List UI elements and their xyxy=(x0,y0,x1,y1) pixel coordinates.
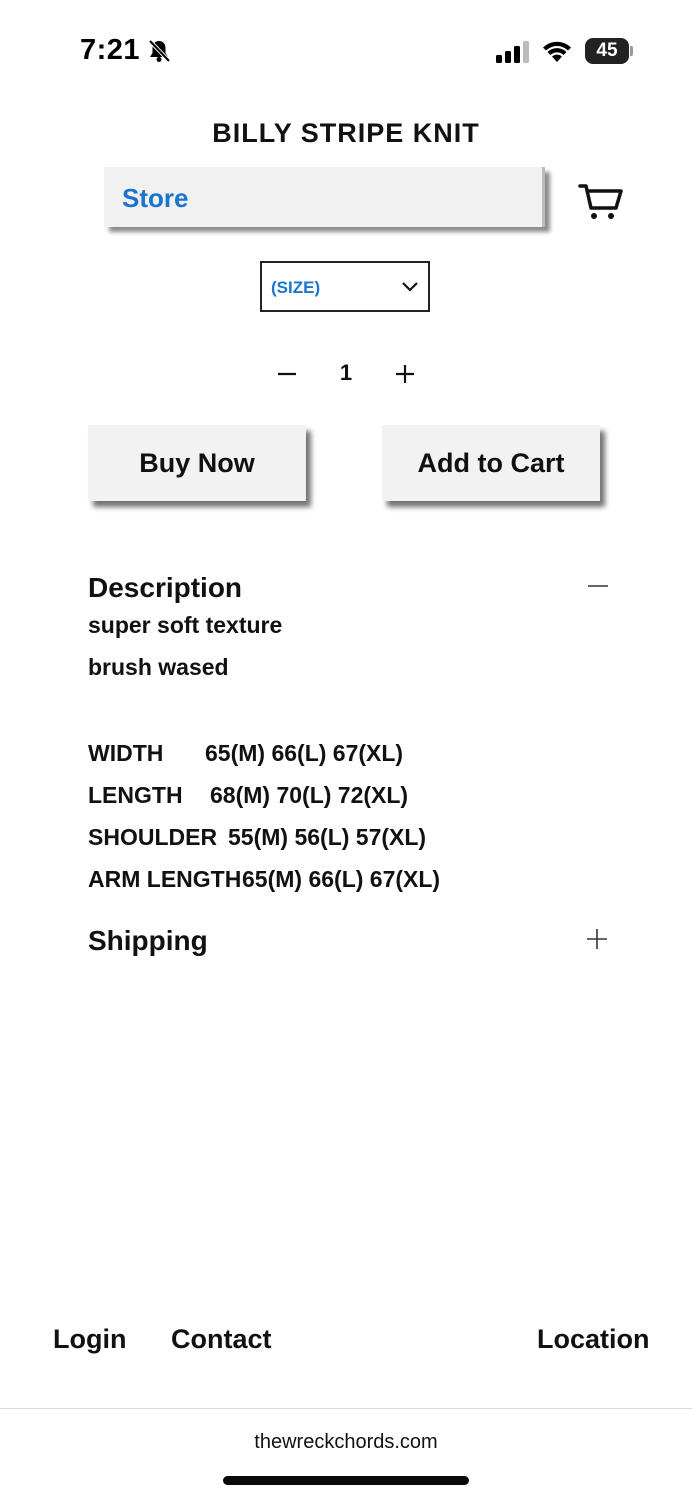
battery-level: 45 xyxy=(596,40,618,61)
spec-label: LENGTH xyxy=(88,782,183,808)
battery-icon: 45 xyxy=(585,38,633,64)
cellular-signal-icon xyxy=(496,40,530,64)
description-text: super soft texture xyxy=(88,612,283,638)
description-text: brush wased xyxy=(88,654,229,680)
quantity-increase-button[interactable] xyxy=(394,360,416,388)
quantity-decrease-button[interactable] xyxy=(276,360,298,388)
collapse-minus-icon[interactable] xyxy=(586,576,610,596)
add-to-cart-button[interactable]: Add to Cart xyxy=(382,425,600,501)
spec-label: WIDTH xyxy=(88,740,164,766)
add-to-cart-label: Add to Cart xyxy=(417,448,565,478)
footer-contact-link[interactable]: Contact xyxy=(171,1324,272,1355)
browser-divider xyxy=(0,1408,692,1409)
spec-value: 68(M) 70(L) 72(XL) xyxy=(210,782,409,808)
spec-value: 65(M) 66(L) 67(XL) xyxy=(205,740,404,766)
spec-label: ARM LENGTH xyxy=(88,866,242,892)
expand-plus-icon[interactable] xyxy=(584,926,610,952)
url-bar[interactable]: thewreckchords.com xyxy=(0,1431,692,1454)
store-button[interactable]: Store xyxy=(104,167,545,227)
bell-slash-icon xyxy=(146,38,172,64)
size-select-value: (SIZE) xyxy=(271,278,321,297)
cart-icon[interactable] xyxy=(578,180,624,224)
buy-now-button[interactable]: Buy Now xyxy=(88,425,306,501)
home-indicator[interactable] xyxy=(223,1476,469,1485)
quantity-value: 1 xyxy=(339,360,353,385)
footer-login-link[interactable]: Login xyxy=(53,1324,126,1355)
status-time: 7:21 xyxy=(80,34,141,66)
spec-value: 65(M) 66(L) 67(XL) xyxy=(242,866,441,892)
store-label: Store xyxy=(122,183,189,213)
chevron-down-icon xyxy=(400,277,420,297)
spec-value: 55(M) 56(L) 57(XL) xyxy=(228,824,427,850)
wifi-icon xyxy=(541,38,573,64)
footer-location-link[interactable]: Location xyxy=(537,1324,650,1355)
shipping-heading[interactable]: Shipping xyxy=(88,925,208,957)
description-heading[interactable]: Description xyxy=(88,572,242,604)
buy-now-label: Buy Now xyxy=(139,448,255,478)
product-title: BILLY STRIPE KNIT xyxy=(212,118,480,148)
size-select[interactable]: (SIZE) xyxy=(260,261,430,312)
spec-label: SHOULDER xyxy=(88,824,218,850)
